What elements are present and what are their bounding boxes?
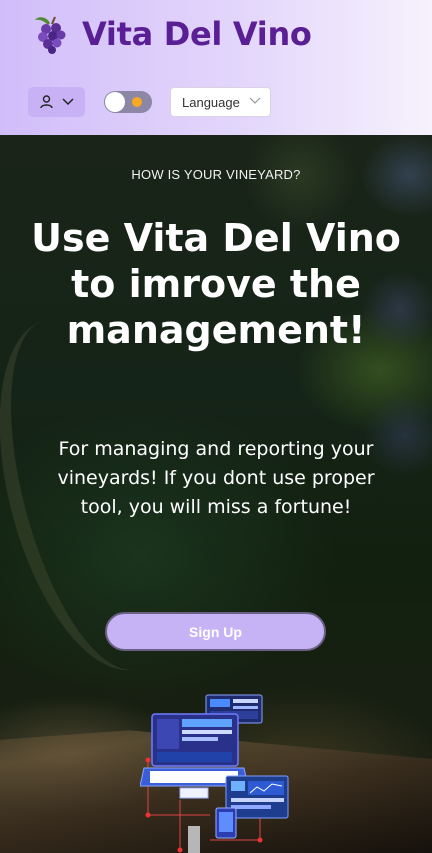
theme-toggle[interactable] [104,91,152,113]
sun-icon [132,97,142,107]
user-icon [39,95,53,109]
grapes-icon [35,16,66,54]
hero-headline: Use Vita Del Vino to imrove the manageme… [31,216,401,352]
language-select-value: Language [182,94,240,110]
hero-subtext: For managing and reporting your vineyard… [57,438,375,518]
brand[interactable]: Vita Del Vino [34,14,312,54]
dashboard-devices-illustration [140,694,289,853]
sign-up-button[interactable]: Sign Up [105,612,326,651]
hero-section: HOW IS YOUR VINEYARD? Use Vita Del Vino … [0,135,432,853]
language-select[interactable]: Language [170,87,271,117]
header: Vita Del Vino Language [0,0,432,135]
toggle-knob [105,92,125,112]
chevron-down-icon [61,98,74,106]
chevron-down-icon [249,97,261,104]
user-menu-button[interactable] [28,87,85,117]
brand-title: Vita Del Vino [82,15,312,53]
hero-eyebrow: HOW IS YOUR VINEYARD? [131,167,301,182]
